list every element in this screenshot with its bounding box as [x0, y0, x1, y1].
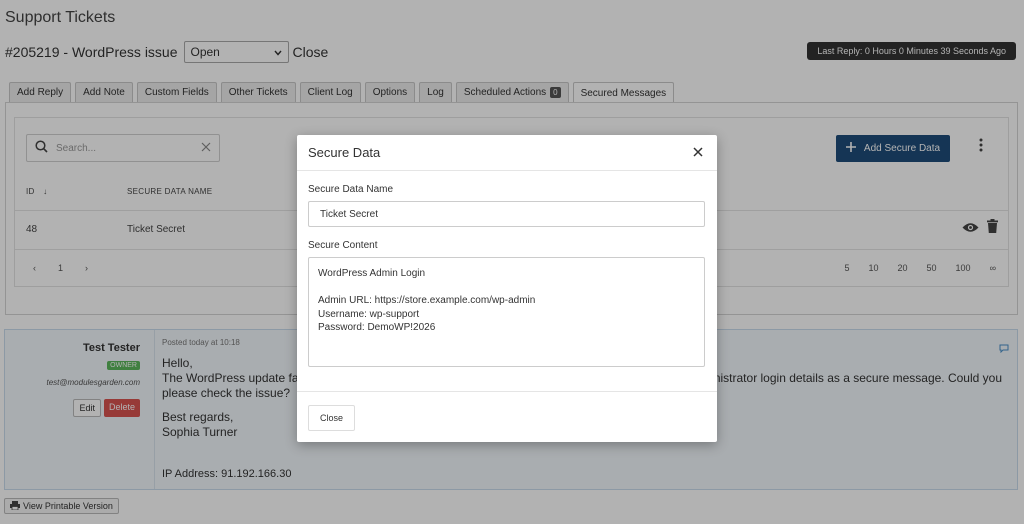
secure-content-label: Secure Content	[308, 240, 378, 251]
modal-title: Secure Data	[308, 145, 381, 160]
content-line: Password: DemoWP!2026	[318, 322, 436, 333]
secure-content-textarea[interactable]: WordPress Admin Login Admin URL: https:/…	[308, 257, 705, 367]
modal-footer: Close	[297, 391, 717, 442]
secure-data-modal: Secure Data Secure Data Name Ticket Secr…	[297, 135, 717, 442]
content-line: Admin URL: https://store.example.com/wp-…	[318, 295, 536, 306]
modal-header: Secure Data	[297, 135, 717, 171]
content-line	[318, 281, 695, 295]
close-icon[interactable]	[693, 145, 703, 161]
secure-data-name-input[interactable]: Ticket Secret	[308, 201, 705, 227]
secure-data-name-label: Secure Data Name	[308, 184, 394, 195]
content-line: Username: wp-support	[318, 308, 420, 320]
close-button[interactable]: Close	[308, 405, 356, 431]
content-line: WordPress Admin Login	[318, 268, 426, 279]
